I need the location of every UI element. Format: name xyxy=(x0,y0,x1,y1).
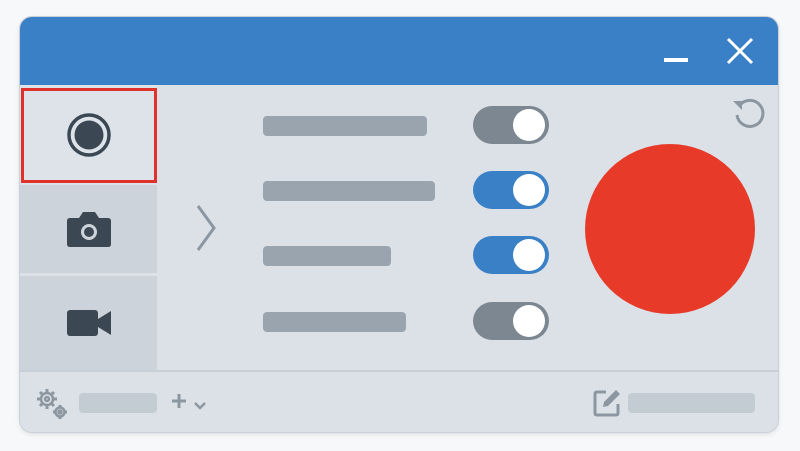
recorder-window xyxy=(20,17,778,432)
option-toggle-1[interactable] xyxy=(473,106,549,144)
option-label-2 xyxy=(263,181,435,201)
selected-item-highlight xyxy=(21,88,157,183)
reset-icon xyxy=(733,98,765,128)
toggle-knob xyxy=(513,239,545,271)
settings-button[interactable] xyxy=(34,386,70,422)
option-toggle-2[interactable] xyxy=(473,171,549,209)
sidebar-item-video[interactable] xyxy=(20,276,157,370)
option-label-4 xyxy=(263,312,406,332)
toggle-knob xyxy=(513,174,545,206)
edit-icon xyxy=(593,390,620,417)
expand-chevron-button[interactable] xyxy=(193,202,219,254)
toggle-knob xyxy=(513,109,545,141)
caret-down-icon xyxy=(194,402,206,410)
close-button[interactable] xyxy=(716,17,764,85)
toggle-knob xyxy=(513,305,545,337)
gears-icon xyxy=(37,389,67,419)
chevron-right-icon xyxy=(196,205,216,251)
option-label-3 xyxy=(263,246,391,266)
output-path-field[interactable] xyxy=(628,393,755,413)
option-label-1 xyxy=(263,116,427,136)
option-toggle-3[interactable] xyxy=(473,236,549,274)
title-bar xyxy=(20,17,778,85)
plus-icon xyxy=(172,394,186,408)
record-button[interactable] xyxy=(585,144,755,314)
video-camera-icon xyxy=(66,310,111,336)
close-icon xyxy=(726,37,754,65)
bottom-toolbar xyxy=(20,370,778,432)
sidebar-item-screenshot[interactable] xyxy=(20,185,157,273)
camera-icon xyxy=(66,212,111,247)
profile-selector[interactable] xyxy=(79,393,157,413)
reset-button[interactable] xyxy=(729,93,769,133)
minimize-button[interactable] xyxy=(652,17,700,85)
mode-sidebar xyxy=(20,85,157,370)
option-toggle-4[interactable] xyxy=(473,302,549,340)
minimize-icon xyxy=(664,58,688,62)
edit-button[interactable] xyxy=(592,388,622,418)
add-profile-button[interactable] xyxy=(170,390,210,414)
